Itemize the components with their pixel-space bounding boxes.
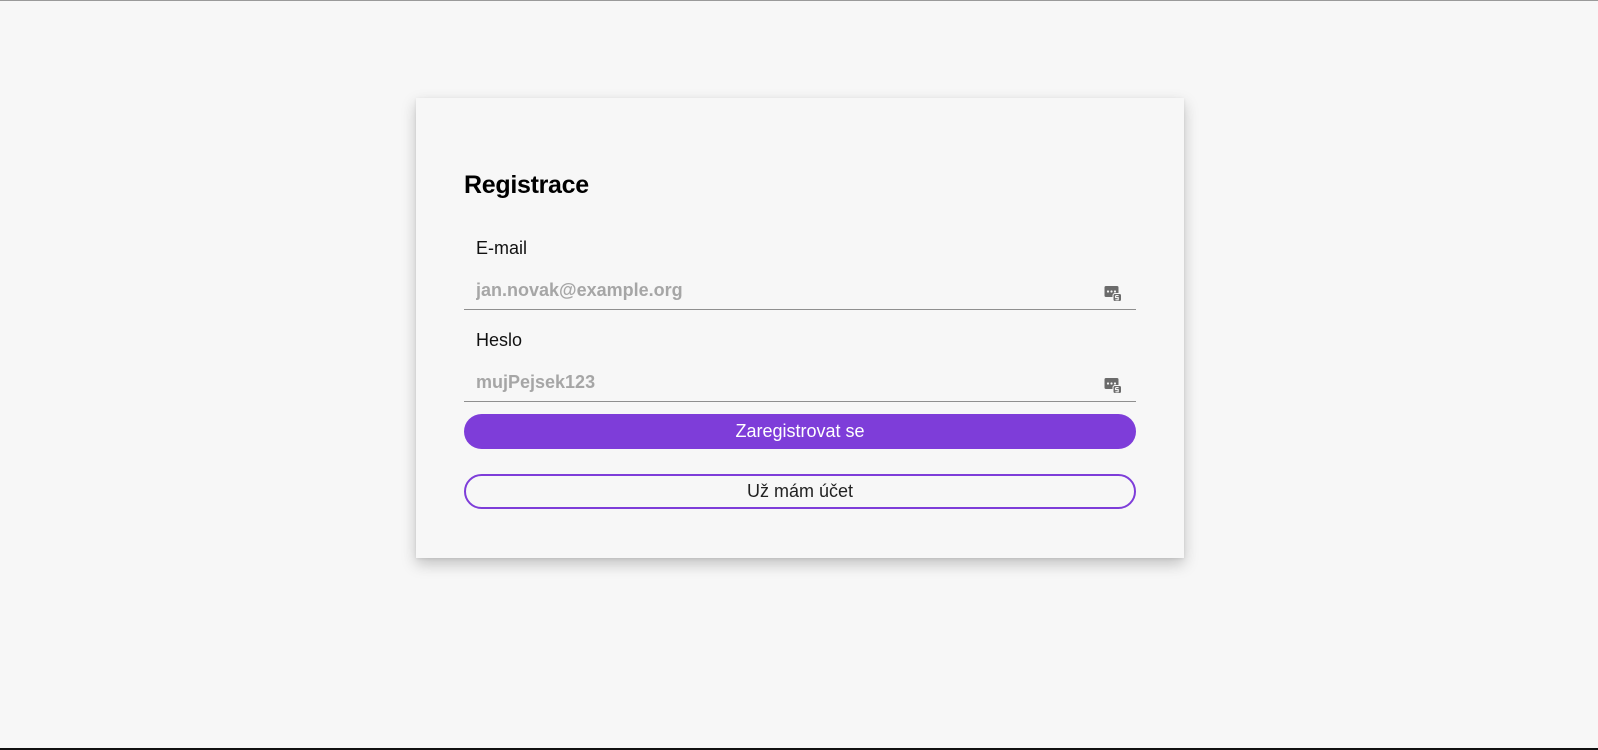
email-field[interactable] [464, 272, 1136, 310]
email-label: E-mail [476, 238, 528, 258]
password-field[interactable] [464, 364, 1136, 402]
email-field-group: E-mail [464, 234, 1136, 314]
password-field-group: Heslo [464, 326, 1136, 406]
password-manager-icon[interactable] [1104, 376, 1122, 394]
page-title: Registrace [464, 171, 589, 199]
have-account-button[interactable]: Už mám účet [464, 474, 1136, 509]
password-label: Heslo [476, 330, 523, 350]
password-manager-icon[interactable] [1104, 284, 1122, 302]
register-button[interactable]: Zaregistrovat se [464, 414, 1136, 449]
top-border [0, 0, 1598, 1]
registration-card: Registrace E-mail Heslo Zaregistrovat se… [416, 98, 1184, 558]
